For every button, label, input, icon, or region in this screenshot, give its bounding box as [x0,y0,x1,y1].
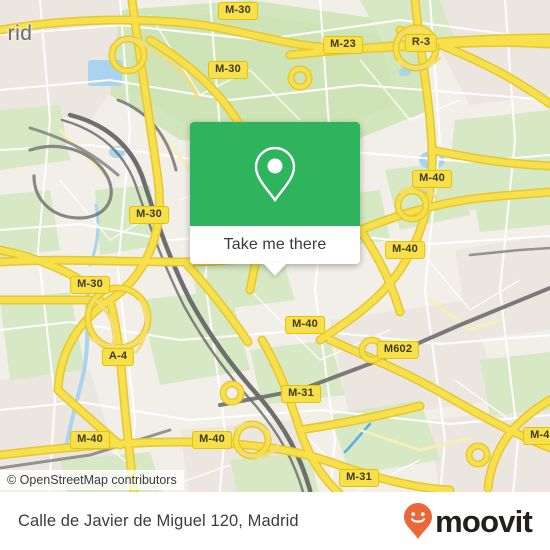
map-canvas[interactable]: rid M-30 M-23 R-3 M-30 M-40 M-30 M-40 M-30 M-40 M… [0,0,550,550]
destination-popup-card[interactable]: Take me there [190,122,360,276]
road-shield: M-31 [339,469,379,487]
osm-attribution[interactable]: © OpenStreetMap contributors [0,470,184,490]
take-me-there-label: Take me there [223,236,327,253]
location-pin-icon [254,146,296,203]
road-shield: M-40 [285,316,325,334]
road-shield: A-4 [101,348,135,366]
road-shield: M602 [376,341,420,359]
road-shield: M-30 [70,276,110,294]
footer-bar: Calle de Javier de Miguel 120, Madrid mo… [0,492,550,550]
road-shield: M-40 [385,241,425,259]
map-screenshot: rid M-30 M-23 R-3 M-30 M-40 M-30 M-40 M-30 M-40 M… [0,0,550,550]
road-shield: M-40 [412,170,452,188]
road-shield: M-30 [129,206,169,224]
moovit-wordmark: moovit [435,503,533,539]
road-shield: M-30 [208,61,248,79]
take-me-there-button[interactable]: Take me there [190,226,360,264]
road-shield: M-40 [192,431,232,449]
road-shield: M-23 [323,36,363,54]
road-shield: M-40 [70,431,110,449]
popup-pointer-tail [263,263,287,276]
popup-pin-area [190,122,360,226]
moovit-logo[interactable]: moovit [403,502,533,540]
road-shield: M-45 [523,427,550,445]
road-shield: M-31 [281,385,321,403]
road-shield: M-30 [218,2,258,20]
map-city-label: rid [7,22,33,45]
moovit-smiley-pin-icon [404,503,433,539]
road-shield: R-3 [404,34,438,52]
address-label: Calle de Javier de Miguel 120, Madrid [18,511,299,530]
